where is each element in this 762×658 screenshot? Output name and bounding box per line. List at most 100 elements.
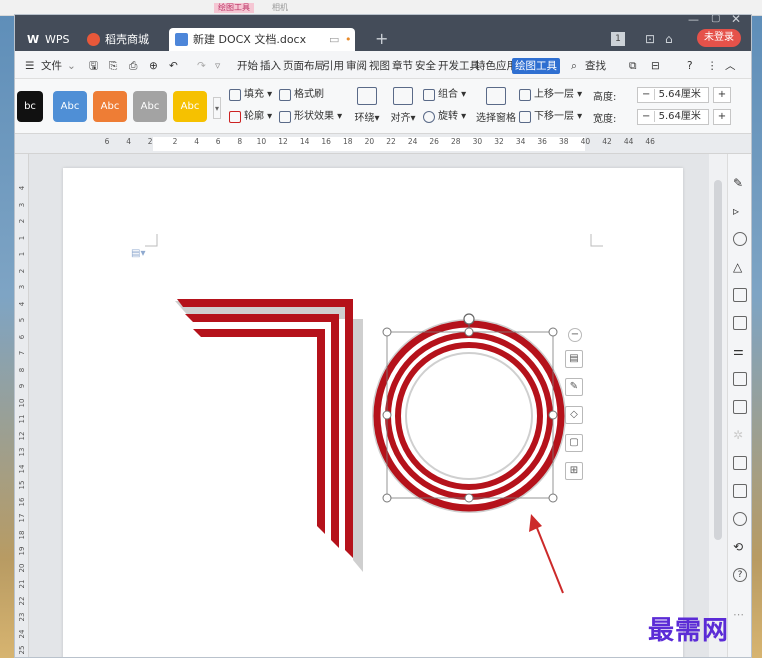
customize-icon[interactable]: ▿ xyxy=(215,58,220,74)
pen-icon[interactable]: ✎ xyxy=(733,176,747,190)
width-minus-button[interactable]: − xyxy=(638,111,656,122)
new-tab-button[interactable]: + xyxy=(375,29,388,48)
brush-icon xyxy=(279,89,291,101)
scrollbar-thumb[interactable] xyxy=(714,180,722,540)
table-icon[interactable] xyxy=(733,288,747,302)
height-plus-button[interactable]: + xyxy=(713,87,731,103)
shape-style-black[interactable]: bc xyxy=(17,91,43,122)
save-icon[interactable]: 🖫 xyxy=(89,58,98,74)
more-icon[interactable]: ⋮ xyxy=(707,58,718,74)
edit-shape-icon[interactable]: ✎ xyxy=(565,378,583,396)
menu-page-layout[interactable]: 页面布局 xyxy=(283,58,325,74)
menu-chapter[interactable]: 章节 xyxy=(392,58,413,74)
shapes-icon[interactable] xyxy=(733,232,747,246)
minimize-icon[interactable]: — xyxy=(688,15,699,26)
shape-style-blue[interactable]: Abc xyxy=(53,91,87,122)
menu-security[interactable]: 安全 xyxy=(415,58,436,74)
hamburger-icon[interactable]: ☰ xyxy=(25,58,34,74)
shape-style-gray[interactable]: Abc xyxy=(133,91,167,122)
layout-options-icon[interactable]: ▤ xyxy=(565,350,583,368)
menu-review[interactable]: 审阅 xyxy=(346,58,367,74)
image-icon[interactable] xyxy=(733,484,747,498)
height-input[interactable]: − 5.64厘米 xyxy=(637,87,709,103)
maximize-icon[interactable]: ▢ xyxy=(711,15,720,24)
search-icon[interactable]: ⌕ xyxy=(571,58,577,74)
print-preview-icon[interactable]: ⊕ xyxy=(149,58,158,74)
ring-shape[interactable] xyxy=(372,319,566,513)
margin-corner-mark xyxy=(590,234,603,247)
search-button[interactable]: 查找 xyxy=(585,58,606,74)
collapse-toolbar-icon[interactable]: − xyxy=(568,328,582,342)
ruler-tick-label: 12 xyxy=(278,137,288,146)
menu-drawing-tools[interactable]: 绘图工具 xyxy=(512,58,560,74)
vertical-ruler[interactable]: 4 3 2 1 1 2 3 4 5 6 7 8 9 10 11 12 13 14 15 16 17 18 19 20 21 22 2… xyxy=(15,154,29,657)
window-count-badge[interactable]: 1 xyxy=(611,32,625,46)
chevron-down-icon[interactable]: ⌄ xyxy=(67,58,76,74)
more-options-icon[interactable]: ⊞ xyxy=(565,462,583,480)
preview-icon[interactable] xyxy=(733,372,747,386)
vertical-ruler-tick-label: 8 xyxy=(18,367,26,372)
width-input[interactable]: − 5.64厘米 xyxy=(637,109,709,125)
close-icon[interactable]: ✕ xyxy=(731,15,741,26)
outline-color-icon[interactable]: ▢ xyxy=(565,434,583,452)
undo-icon[interactable]: ↶ xyxy=(169,58,178,74)
shirt-icon[interactable]: ⌂ xyxy=(665,32,673,46)
export-pdf-icon[interactable]: ⎘ xyxy=(109,58,117,74)
send-backward-button[interactable]: 下移一层 ▾ xyxy=(519,109,582,125)
help-icon[interactable]: ? xyxy=(687,58,693,74)
tab-docer-store[interactable]: 稻壳商城 xyxy=(81,28,173,51)
shape-effect-icon xyxy=(279,111,291,123)
comment-icon[interactable]: ⊟ xyxy=(651,58,660,74)
align-button[interactable]: 对齐▾ xyxy=(383,87,423,124)
rotate-handle-icon[interactable] xyxy=(463,313,475,325)
assistant-icon[interactable] xyxy=(733,512,747,526)
horizontal-ruler[interactable]: 6 4 2 2 4 6 8 10 12 14 16 18 20 22 24 26 28 30 32 34 36 38 40 4… xyxy=(15,134,751,154)
shape-effect-button[interactable]: 形状效果 ▾ xyxy=(279,109,342,125)
document-page[interactable]: ▤▾ − ▤ ✎ ◇ ▢ ⊞ xyxy=(63,168,683,657)
shape-style-yellow[interactable]: Abc xyxy=(173,91,207,122)
bring-forward-button[interactable]: 上移一层 ▾ xyxy=(519,87,582,103)
cursor-icon[interactable]: ▹ xyxy=(733,204,747,218)
grid-icon[interactable] xyxy=(733,316,747,330)
file-menu[interactable]: 文件 xyxy=(41,58,62,74)
print-icon[interactable]: ⎙ xyxy=(129,58,137,74)
outline-button[interactable]: 轮廓 ▾ xyxy=(229,109,272,125)
share-icon[interactable]: ⧉ xyxy=(629,58,637,74)
ruler-tick-label: 4 xyxy=(126,137,131,146)
skin-icon[interactable]: ⊡ xyxy=(645,32,655,46)
menu-special[interactable]: 特色应用 xyxy=(475,58,517,74)
history-icon[interactable]: ⟲ xyxy=(733,540,747,554)
fill-button[interactable]: 填充 ▾ xyxy=(229,87,272,103)
format-painter-button[interactable]: 格式刷 xyxy=(279,87,324,103)
export-icon[interactable] xyxy=(733,400,747,414)
collapse-ribbon-icon[interactable]: ︿ xyxy=(725,58,736,74)
shape-style-orange[interactable]: Abc xyxy=(93,91,127,122)
redo-icon[interactable]: ↷ xyxy=(197,58,206,74)
document-area: ▤▾ − ▤ ✎ ◇ ▢ ⊞ xyxy=(29,154,709,657)
style-icon[interactable]: △ xyxy=(733,260,747,274)
vertical-ruler-tick-label: 4 xyxy=(18,301,26,306)
menu-insert[interactable]: 插入 xyxy=(260,58,281,74)
menu-home[interactable]: 开始 xyxy=(237,58,258,74)
window-icon[interactable] xyxy=(733,456,747,470)
seven-shape[interactable] xyxy=(175,299,363,572)
rotate-button[interactable]: 旋转 ▾ xyxy=(423,109,466,125)
width-plus-button[interactable]: + xyxy=(713,109,731,125)
selection-pane-button[interactable]: 选择窗格 xyxy=(473,87,519,124)
more-dots-icon[interactable]: ⋯ xyxy=(733,608,747,622)
vertical-scrollbar[interactable] xyxy=(709,154,727,657)
height-minus-button[interactable]: − xyxy=(638,89,656,100)
group-button[interactable]: 组合 ▾ xyxy=(423,87,466,103)
menu-developer[interactable]: 开发工具 xyxy=(438,58,480,74)
tab-document[interactable]: 新建 DOCX 文档.docx ▭ • xyxy=(169,28,355,51)
style-gallery-more-icon[interactable]: ▾ xyxy=(213,97,221,119)
settings-sliders-icon[interactable]: ⚌ xyxy=(733,344,747,358)
help-circle-icon[interactable]: ? xyxy=(733,568,747,582)
fill-color-icon[interactable]: ◇ xyxy=(565,406,583,424)
tab-wps[interactable]: W WPS xyxy=(21,28,79,51)
menu-view[interactable]: 视图 xyxy=(369,58,390,74)
tab-screen-icon[interactable]: ▭ xyxy=(329,28,339,51)
menu-references[interactable]: 引用 xyxy=(323,58,344,74)
wrap-text-button[interactable]: 环绕▾ xyxy=(347,87,387,124)
login-button[interactable]: 未登录 xyxy=(697,29,741,47)
